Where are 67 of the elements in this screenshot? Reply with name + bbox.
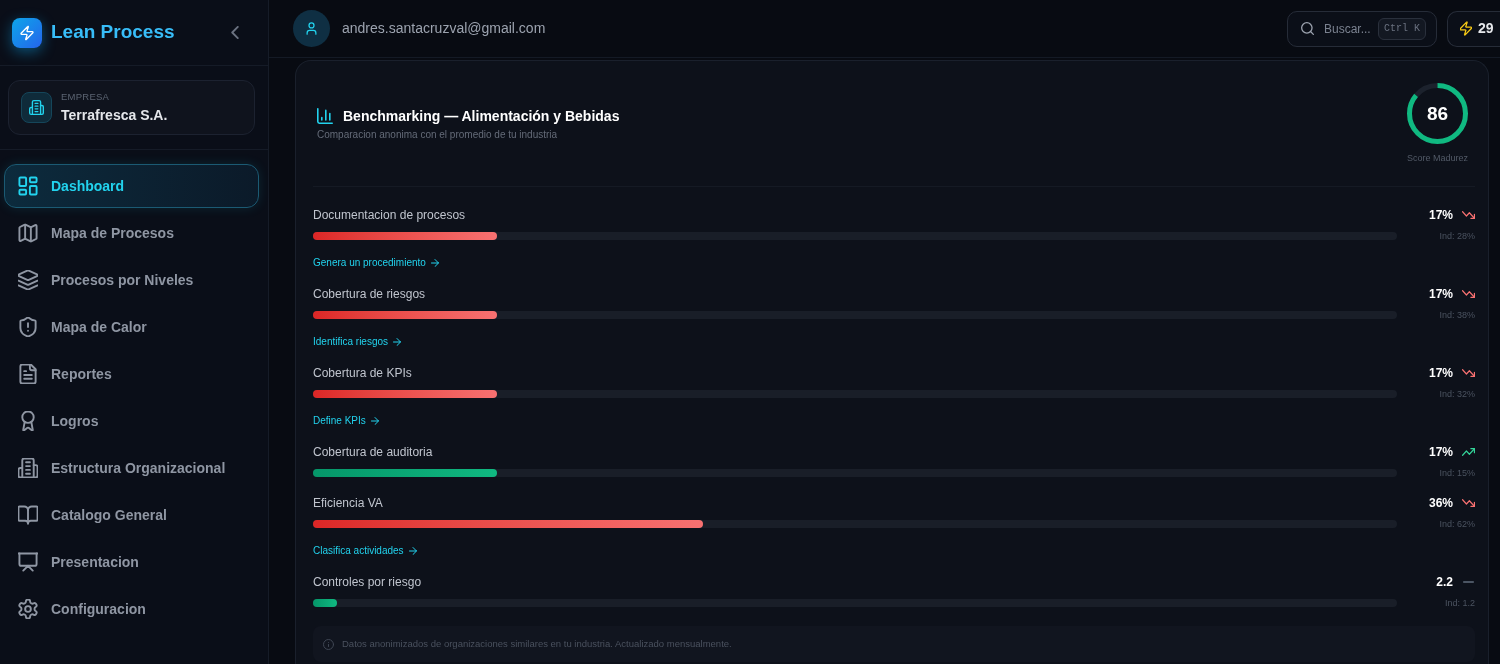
nav-item[interactable]: Mapa de Procesos: [4, 211, 259, 255]
industry-value: Ind: 28%: [1439, 230, 1475, 242]
action-link[interactable]: Identifica riesgos: [313, 335, 402, 349]
metric-label: Documentacion de procesos: [313, 207, 466, 223]
metric-value: 17%: [1428, 444, 1453, 461]
industry-value: Ind: 32%: [1439, 388, 1475, 400]
streak-button[interactable]: 29: [1447, 10, 1500, 47]
user-email: andres.santacruzval@gmail.com: [342, 19, 546, 38]
lightning-logo-icon: [12, 17, 42, 48]
grid-icon: [18, 176, 38, 196]
avatar-icon: [293, 10, 330, 47]
search-icon: [1301, 22, 1314, 35]
card-title: Benchmarking — Alimentación y Bebidas: [343, 106, 620, 126]
arrow-right-icon: [393, 338, 402, 346]
brand-name: Lean Process: [51, 20, 175, 45]
nav-item[interactable]: Presentacion: [4, 540, 259, 584]
score-ring-track: [1414, 83, 1438, 98]
company-name: Terrafresca S.A.: [61, 106, 168, 124]
card-subtitle: Comparacion anonima con el promedio de tu industria: [317, 128, 559, 142]
nav-item[interactable]: Catalogo General: [4, 493, 259, 537]
metric-label: Eficiencia VA: [313, 495, 383, 511]
action-link[interactable]: Define KPIs: [313, 414, 379, 428]
nav-item[interactable]: Dashboard: [4, 164, 259, 208]
metric-value: 17%: [1428, 207, 1453, 224]
score-label: Score Madurez: [1407, 153, 1468, 164]
metric-label: Cobertura de KPIs: [313, 365, 412, 381]
metric-label: Cobertura de auditoria: [313, 444, 433, 460]
nav-item[interactable]: Reportes: [4, 352, 259, 396]
industry-value: Ind: 15%: [1439, 467, 1475, 479]
metric-value: 2.2: [1436, 574, 1453, 591]
building-icon: [18, 458, 38, 478]
lightning-icon: [1460, 21, 1472, 36]
presentation-icon: [18, 552, 38, 572]
document-icon: [18, 364, 38, 384]
metric-value: 17%: [1428, 286, 1453, 303]
nav-item[interactable]: Logros: [4, 399, 259, 443]
settings-icon: [18, 599, 38, 619]
action-link[interactable]: Clasifica actividades: [313, 544, 417, 558]
map-icon: [18, 223, 38, 243]
book-icon: [18, 505, 38, 525]
info-icon: [323, 638, 334, 650]
chevron-left-icon: [231, 26, 239, 39]
industry-value: Ind: 38%: [1439, 309, 1475, 321]
metric-label: Cobertura de riesgos: [313, 286, 426, 302]
score-value: 86: [1426, 101, 1449, 126]
metric-value: 17%: [1428, 365, 1453, 382]
company-label: EMPRESA: [61, 91, 111, 103]
award-icon: [18, 411, 38, 431]
metric-label: Controles por riesgo: [313, 574, 422, 590]
shortcut-key: Ctrl K: [1378, 17, 1426, 40]
nav-item[interactable]: Estructura Organizacional: [4, 446, 259, 490]
search-bar[interactable]: Buscar... Ctrl K: [1287, 10, 1437, 47]
nav-item[interactable]: Mapa de Calor: [4, 305, 259, 349]
building-icon: [21, 92, 52, 123]
metric-value: 36%: [1428, 495, 1453, 512]
layers-icon: [18, 270, 38, 290]
arrow-right-icon: [408, 547, 417, 555]
arrow-right-icon: [430, 259, 439, 267]
shield-icon: [18, 317, 38, 337]
search-input[interactable]: Buscar...: [1324, 19, 1372, 38]
nav-item[interactable]: Procesos por Niveles: [4, 258, 259, 302]
arrow-right-icon: [370, 417, 379, 425]
industry-value: Ind: 62%: [1439, 518, 1475, 530]
bar-chart-icon: [317, 108, 333, 124]
industry-value: Ind: 1.2: [1444, 597, 1475, 609]
action-link[interactable]: Genera un procedimiento: [313, 256, 439, 270]
nav-item[interactable]: Configuracion: [4, 587, 259, 631]
